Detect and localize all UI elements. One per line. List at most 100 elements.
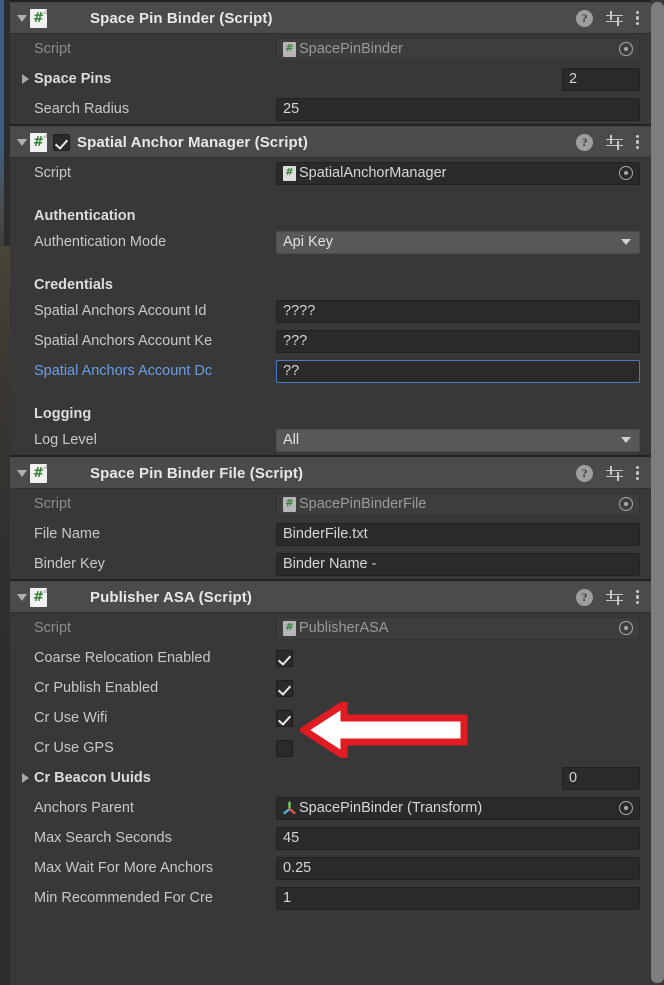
property-label: Cr Publish Enabled [34, 680, 159, 696]
preset-bar [610, 10, 612, 20]
component-space-pin-binder-file: # Space Pin Binder File (Script)? Script # S… [10, 458, 651, 579]
object-field[interactable]: # SpatialAnchorManager [276, 161, 640, 185]
property-row: Search Radius 25 [10, 94, 651, 124]
text-field[interactable]: ?? [276, 359, 640, 383]
property-row: Log Level All [10, 425, 651, 455]
field-value: 1 [283, 890, 292, 906]
component-title: Space Pin Binder (Script) [90, 9, 273, 27]
hash-glyph: # [33, 589, 44, 605]
property-checkbox[interactable] [276, 649, 293, 667]
text-field[interactable]: 1 [276, 886, 640, 910]
kebab-menu-icon[interactable] [636, 10, 641, 27]
object-picker-icon[interactable] [619, 497, 633, 511]
property-label: File Name [34, 526, 101, 542]
hash-glyph: # [285, 167, 294, 178]
object-picker-icon[interactable] [619, 166, 633, 180]
kebab-menu-icon[interactable] [636, 589, 641, 606]
foldout-arrow-toggle[interactable] [17, 773, 34, 783]
vertical-scrollbar[interactable] [651, 0, 664, 985]
text-field[interactable]: Binder Name - [276, 552, 640, 576]
kebab-menu-icon[interactable] [636, 465, 641, 482]
scrollbar-thumb[interactable] [651, 2, 664, 983]
property-row: Max Search Seconds 45 [10, 823, 651, 853]
component-body-space-pin-binder-file: Script # SpacePinBinderFile File Name Binder… [10, 489, 651, 579]
property-checkbox[interactable] [276, 679, 293, 697]
dropdown-field[interactable]: Api Key [276, 230, 640, 254]
csharp-script-icon: # [30, 132, 47, 152]
help-icon[interactable]: ? [576, 9, 593, 27]
field-value: ???? [283, 303, 316, 319]
text-field[interactable]: ??? [276, 329, 640, 353]
preset-bar [606, 469, 623, 472]
object-field[interactable]: SpacePinBinder (Transform) [276, 796, 640, 820]
field-value: All [283, 432, 300, 448]
text-field[interactable]: 45 [276, 826, 640, 850]
preset-bar [617, 140, 619, 150]
component-header-spatial-anchor-manager[interactable]: # Spatial Anchor Manager (Script)? [10, 127, 651, 158]
object-picker-icon[interactable] [619, 42, 633, 56]
field-value: SpatialAnchorManager [299, 165, 447, 181]
preset-icon[interactable] [606, 10, 623, 27]
text-field[interactable]: 25 [276, 97, 640, 121]
component-foldout-toggle[interactable] [14, 582, 30, 613]
component-spatial-anchor-manager: # Spatial Anchor Manager (Script)? Script #… [10, 127, 651, 455]
object-field[interactable]: # SpacePinBinder [276, 37, 640, 61]
property-label: Coarse Relocation Enabled [34, 650, 211, 666]
component-header-publisher-asa[interactable]: # Publisher ASA (Script)? [10, 582, 651, 613]
component-title: Spatial Anchor Manager (Script) [77, 133, 308, 151]
picker-dot [624, 502, 628, 506]
component-body-space-pin-binder: Script # SpacePinBinder Space Pins 2 Search R… [10, 34, 651, 124]
property-label: Spatial Anchors Account Ke [34, 333, 213, 349]
property-row: Max Wait For More Anchors 0.25 [10, 853, 651, 883]
object-field[interactable]: # SpacePinBinderFile [276, 492, 640, 516]
component-header-space-pin-binder-file[interactable]: # Space Pin Binder File (Script)? [10, 458, 651, 489]
property-label: Script [34, 41, 72, 57]
field-value: PublisherASA [299, 620, 389, 636]
preset-bar [606, 20, 623, 23]
property-label: Binder Key [34, 556, 105, 572]
property-label: Cr Use Wifi [34, 710, 108, 726]
section-header: Logging [34, 406, 92, 422]
property-label: Max Wait For More Anchors [34, 860, 214, 876]
dropdown-field[interactable]: All [276, 428, 640, 452]
component-header-space-pin-binder[interactable]: # Space Pin Binder (Script)? [10, 3, 651, 34]
property-label: Spatial Anchors Account Dc [34, 363, 213, 379]
preset-bar [617, 595, 619, 605]
object-field[interactable]: # PublisherASA [276, 616, 640, 640]
property-checkbox[interactable] [276, 709, 293, 727]
text-field[interactable]: BinderFile.txt [276, 522, 640, 546]
array-size-field[interactable]: 2 [562, 67, 640, 91]
component-foldout-toggle[interactable] [14, 127, 30, 158]
text-field[interactable]: ???? [276, 299, 640, 323]
help-icon[interactable]: ? [576, 464, 593, 482]
csharp-script-icon: # [283, 165, 296, 181]
component-foldout-toggle[interactable] [14, 458, 30, 489]
triangle-icon [17, 14, 27, 22]
preset-icon[interactable] [606, 465, 623, 482]
component-title: Publisher ASA (Script) [90, 588, 252, 606]
field-value: ?? [283, 363, 300, 379]
property-row: Script # SpacePinBinder [10, 34, 651, 64]
help-icon[interactable]: ? [576, 588, 593, 606]
property-checkbox[interactable] [276, 739, 293, 757]
component-enable-checkbox[interactable] [53, 133, 70, 151]
text-field[interactable]: 0.25 [276, 856, 640, 880]
field-value: ??? [283, 333, 308, 349]
preset-icon[interactable] [606, 589, 623, 606]
header-icon-group: ? [576, 9, 645, 27]
property-label: Cr Beacon Uuids [34, 770, 151, 786]
help-icon[interactable]: ? [576, 133, 593, 151]
property-row: Spatial Anchors Account Id???? [10, 296, 651, 326]
kebab-menu-icon[interactable] [636, 134, 641, 151]
property-row: Coarse Relocation Enabled [10, 643, 651, 673]
object-picker-icon[interactable] [619, 621, 633, 635]
component-foldout-toggle[interactable] [14, 3, 30, 34]
component-body-spatial-anchor-manager: Script # SpatialAnchorManager Authenticatio… [10, 158, 651, 455]
preset-bar [610, 589, 612, 599]
object-picker-icon[interactable] [619, 801, 633, 815]
csharp-script-icon: # [30, 587, 47, 607]
foldout-arrow-toggle[interactable] [17, 74, 34, 84]
array-size-field[interactable]: 0 [562, 766, 640, 790]
menu-dot [636, 140, 640, 144]
preset-icon[interactable] [606, 134, 623, 151]
